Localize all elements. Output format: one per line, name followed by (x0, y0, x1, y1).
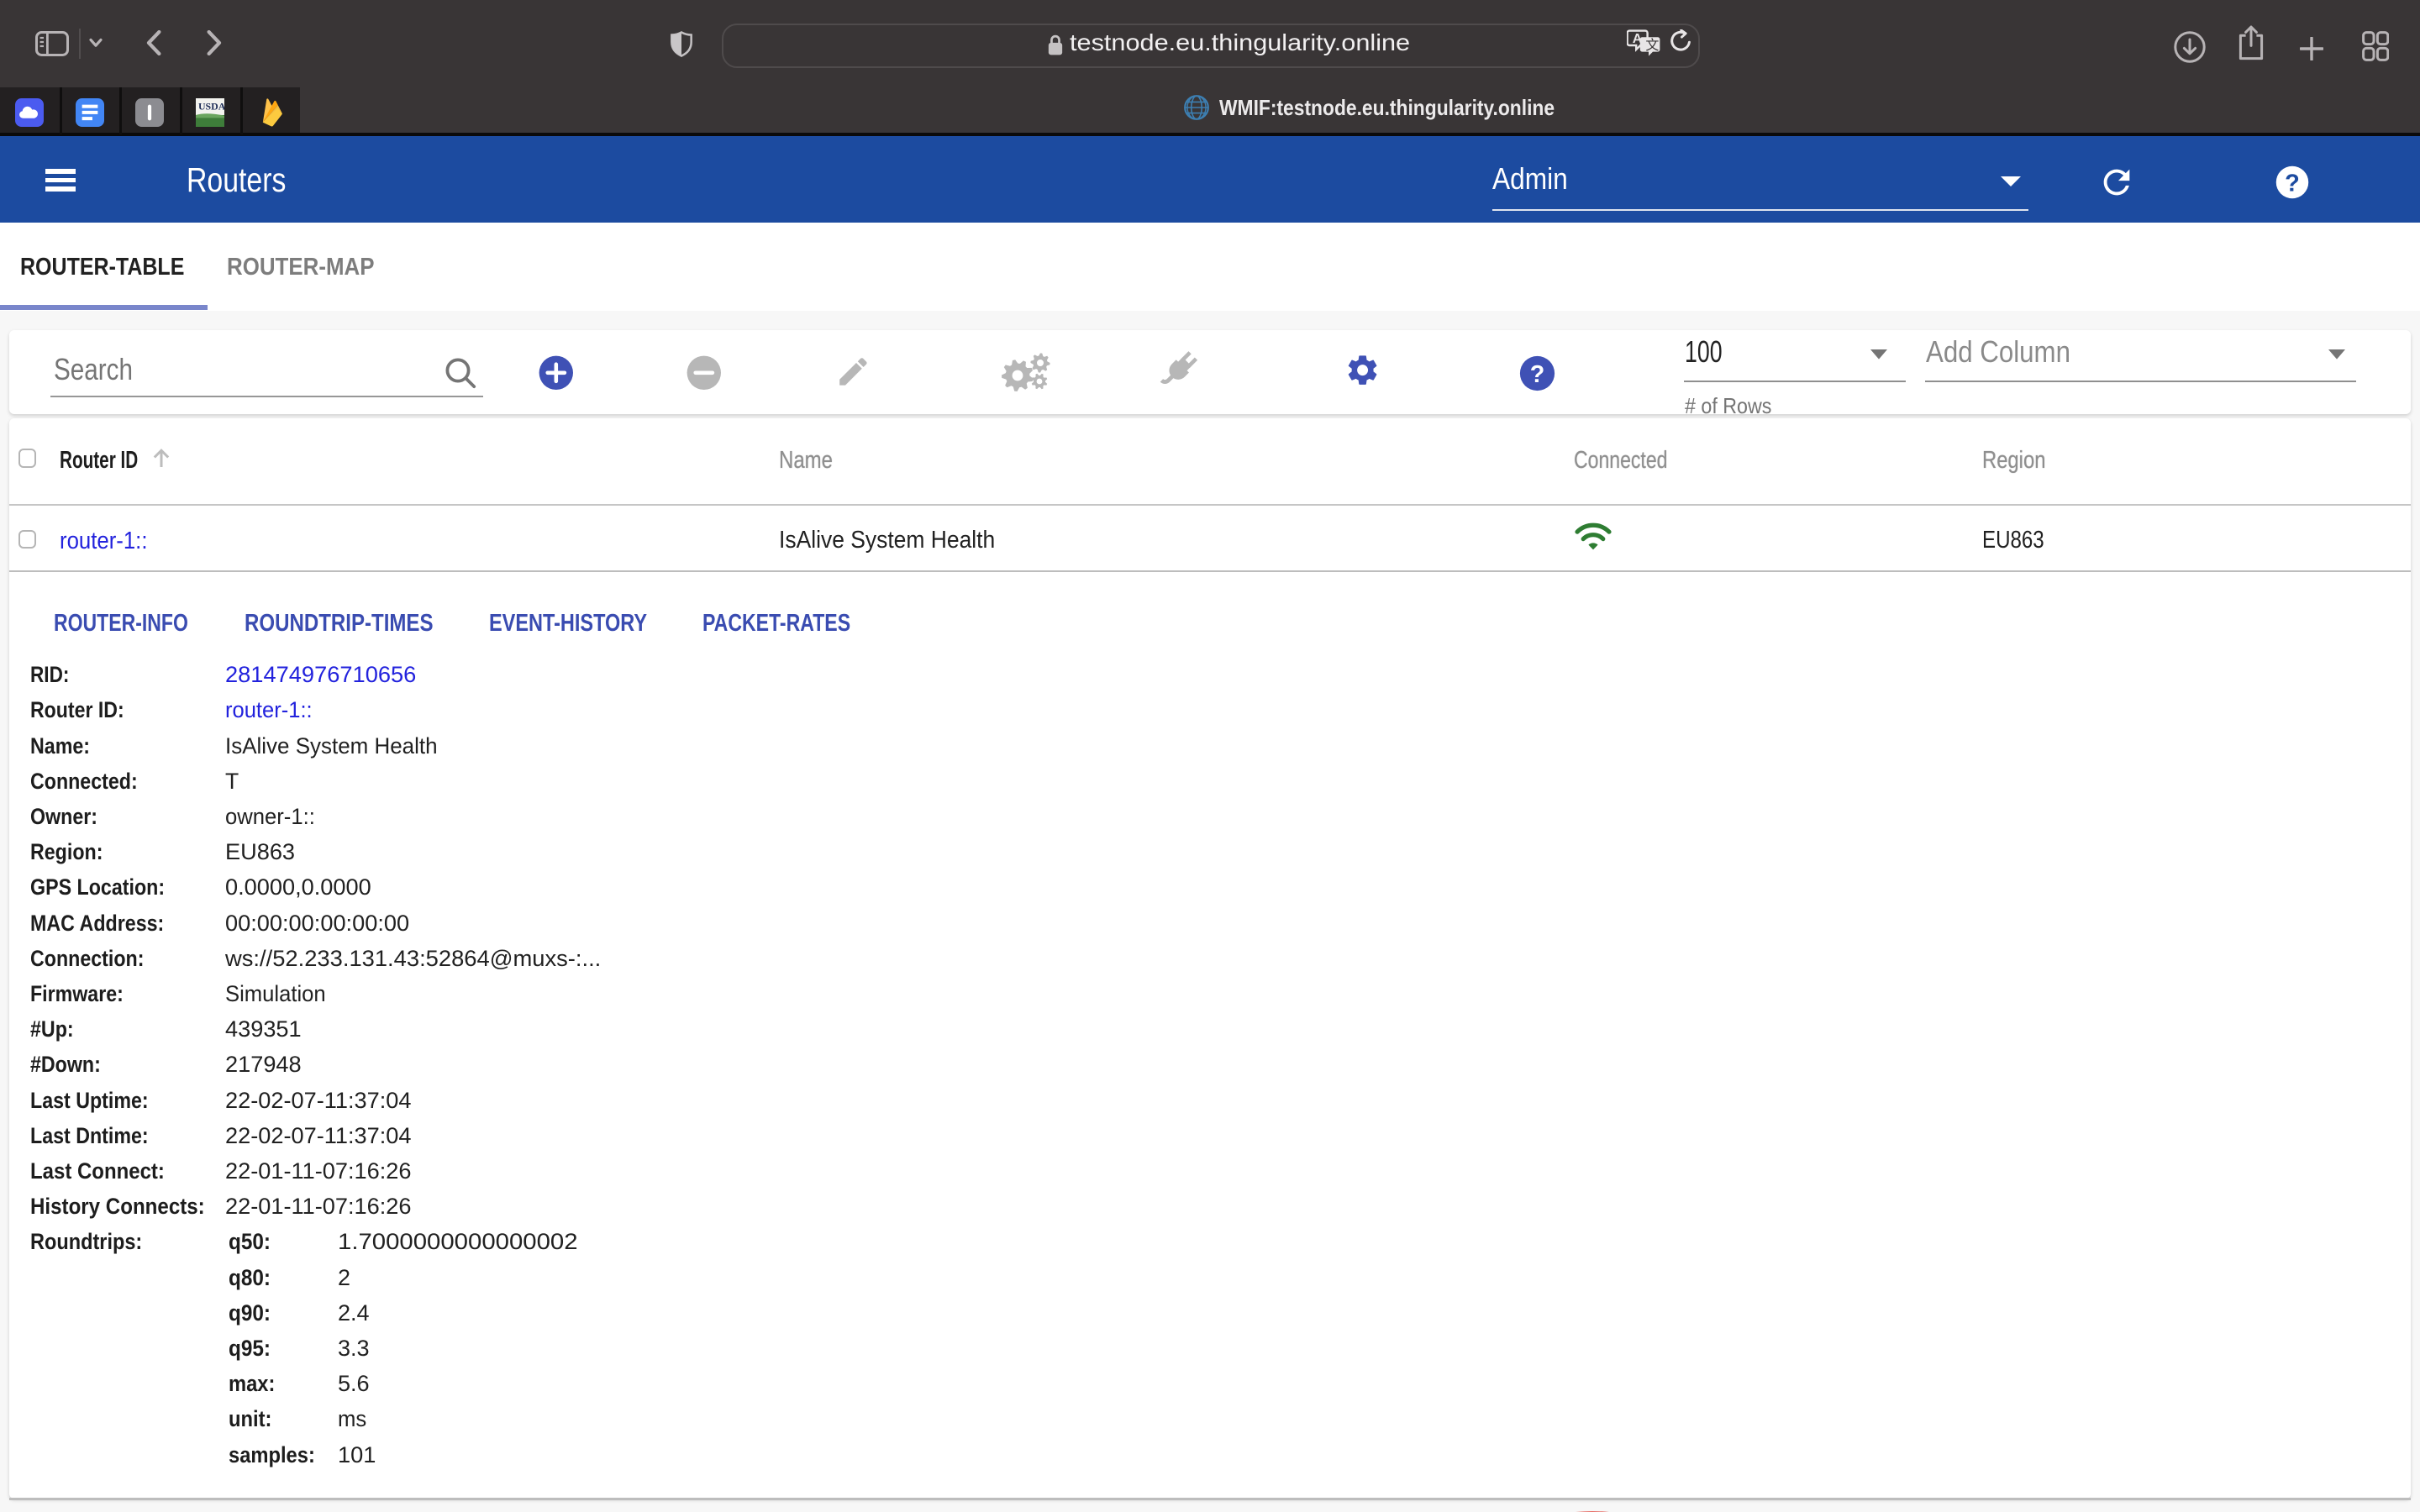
svg-text:文: 文 (1645, 38, 1659, 53)
svg-text:USDA: USDA (198, 100, 224, 112)
svg-text:?: ? (2285, 170, 2300, 197)
svg-text:?: ? (1530, 360, 1545, 387)
